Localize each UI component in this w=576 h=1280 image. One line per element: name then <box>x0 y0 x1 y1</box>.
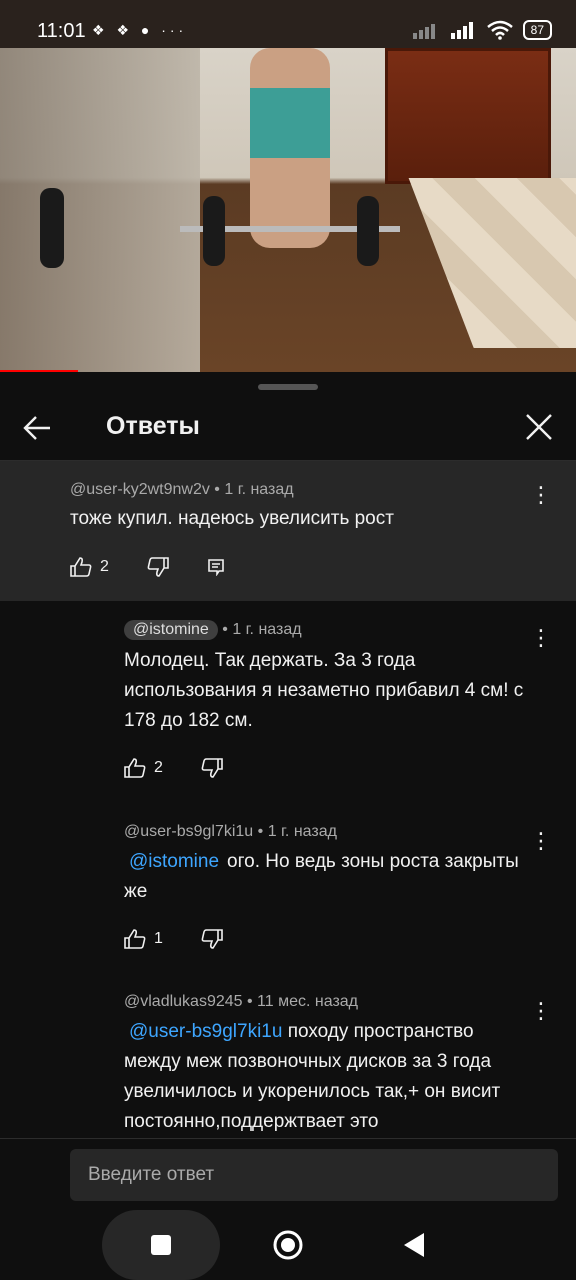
video-player[interactable] <box>0 48 576 372</box>
comment-meta: @istomine • 1 г. назад <box>124 620 544 640</box>
thumb-up-icon <box>70 557 92 577</box>
reply-input[interactable]: Введите ответ <box>70 1149 558 1201</box>
comment-time: 1 г. назад <box>232 621 302 638</box>
parent-comment: @user-ky2wt9nw2v • 1 г. назад ⋮ тоже куп… <box>0 461 576 601</box>
thumb-up-icon <box>124 758 146 778</box>
sheet-drag-handle[interactable] <box>258 384 318 390</box>
like-count: 2 <box>154 759 163 776</box>
dislike-button[interactable] <box>201 929 223 949</box>
barbell-plate <box>40 188 64 268</box>
comment-actions: 2 <box>70 557 263 577</box>
comment-meta: @user-bs9gl7ki1u • 1 г. назад <box>124 823 544 841</box>
comment-actions: 1 <box>124 929 261 949</box>
comment-author[interactable]: @vladlukas9245 <box>124 993 243 1010</box>
like-button[interactable]: 1 <box>124 929 163 949</box>
meta-separator: • <box>247 993 258 1010</box>
reply-input-bar: Введите ответ <box>0 1138 576 1215</box>
meta-separator: • <box>222 621 233 638</box>
dislike-button[interactable] <box>201 758 223 778</box>
reply-input-placeholder: Введите ответ <box>88 1164 215 1185</box>
dislike-button[interactable] <box>147 557 169 577</box>
wifi-icon <box>486 20 513 40</box>
barbell-plate <box>203 196 225 266</box>
more-vert-icon[interactable]: ⋮ <box>530 999 552 1023</box>
notification-icons: ❖ ❖ ● ··· <box>92 22 188 38</box>
home-circle-icon[interactable] <box>272 1229 304 1261</box>
reply-comment: @user-bs9gl7ki1u • 1 г. назад ⋮ @istomin… <box>124 823 552 949</box>
more-vert-icon[interactable]: ⋮ <box>530 483 552 507</box>
comment-meta: @vladlukas9245 • 11 мес. назад <box>124 993 544 1011</box>
comment-text: @user-bs9gl7ki1u походу пространство меж… <box>124 1017 534 1137</box>
comment-author[interactable]: @istomine <box>124 620 218 640</box>
barbell-plate <box>357 196 379 266</box>
status-right: 87 <box>412 20 552 40</box>
comment-author[interactable]: @user-bs9gl7ki1u <box>124 823 253 840</box>
video-scene-door <box>385 48 551 184</box>
thumb-down-icon <box>201 758 223 778</box>
like-button[interactable]: 2 <box>124 758 163 778</box>
thumb-up-icon <box>124 929 146 949</box>
signal-icon-2 <box>450 22 473 39</box>
page-title: Ответы <box>106 412 200 440</box>
status-bar: 11:01 ❖ ❖ ● ··· 87 <box>0 0 576 48</box>
comment-text: тоже купил. надеюсь увелисить рост <box>70 508 394 529</box>
reply-icon <box>208 559 224 576</box>
system-nav-bar <box>0 1210 576 1280</box>
more-vert-icon[interactable]: ⋮ <box>530 829 552 853</box>
comment-author[interactable]: @user-ky2wt9nw2v <box>70 481 210 498</box>
back-triangle-icon[interactable] <box>402 1232 426 1258</box>
thumb-down-icon <box>201 929 223 949</box>
arrow-left-icon[interactable] <box>22 414 52 442</box>
square-icon <box>151 1235 171 1255</box>
close-icon[interactable] <box>524 412 554 442</box>
reply-button[interactable] <box>207 558 225 576</box>
video-scene-tiles <box>408 178 576 348</box>
clock: 11:01 <box>37 20 86 42</box>
thumb-down-icon <box>147 557 169 577</box>
like-button[interactable]: 2 <box>70 557 109 577</box>
video-scene-mirror <box>0 48 200 372</box>
mention-link[interactable]: @user-bs9gl7ki1u <box>129 1021 282 1042</box>
signal-icon <box>412 24 435 39</box>
comment-text: @istomine ого. Но ведь зоны роста закрыты… <box>124 847 524 907</box>
recents-button[interactable] <box>102 1210 220 1280</box>
more-vert-icon[interactable]: ⋮ <box>530 626 552 650</box>
reply-comment: @vladlukas9245 • 11 мес. назад ⋮ @user-b… <box>124 993 552 1137</box>
meta-separator: • <box>214 481 225 498</box>
comment-time: 1 г. назад <box>224 481 294 498</box>
comment-meta: @user-ky2wt9nw2v • 1 г. назад <box>70 481 294 499</box>
video-scene-person <box>250 48 330 248</box>
like-count: 2 <box>100 558 109 575</box>
mention-link[interactable]: @istomine <box>129 851 219 872</box>
comment-text: Молодец. Так держать. За 3 года использо… <box>124 650 524 731</box>
sheet-header: Ответы <box>0 396 576 461</box>
comment-actions: 2 <box>124 758 261 778</box>
comment-time: 1 г. назад <box>267 823 337 840</box>
like-count: 1 <box>154 930 163 947</box>
meta-separator: • <box>257 823 268 840</box>
reply-comment: @istomine • 1 г. назад ⋮ Молодец. Так де… <box>124 620 552 778</box>
battery-icon: 87 <box>522 20 552 40</box>
comment-time: 11 мес. назад <box>257 993 359 1010</box>
